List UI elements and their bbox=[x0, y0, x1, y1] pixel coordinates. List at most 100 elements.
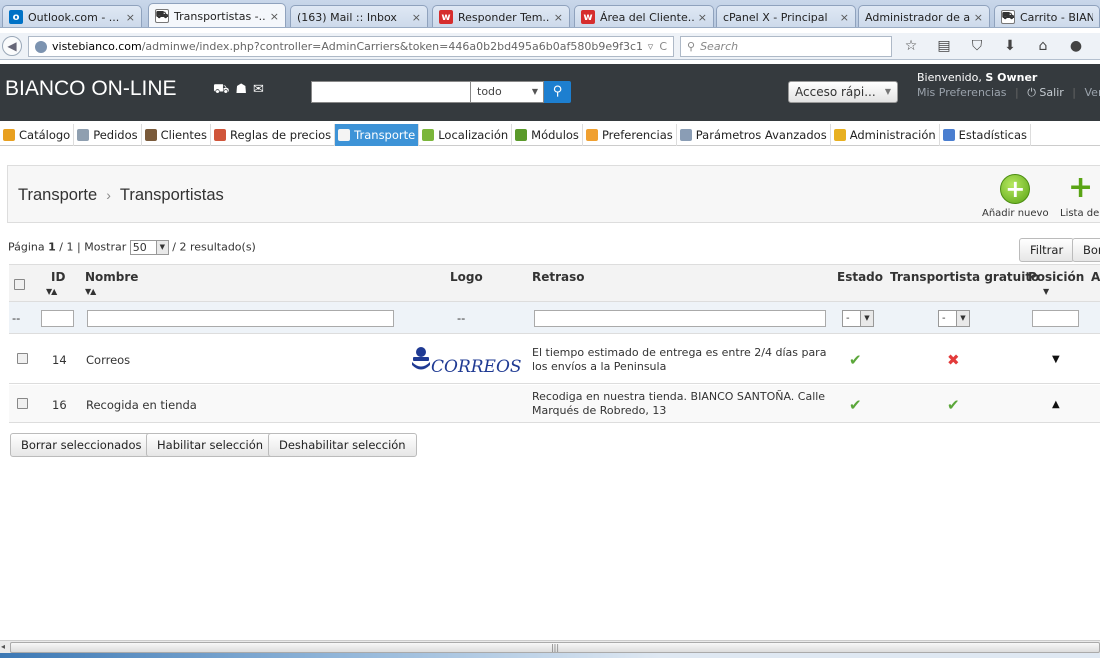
filter-button[interactable]: Filtrar bbox=[1019, 238, 1075, 262]
row-checkbox[interactable] bbox=[17, 398, 28, 409]
browser-tab-outlook[interactable]: o Outlook.com - ... × bbox=[2, 5, 142, 27]
browser-tab-area-cliente[interactable]: w Área del Cliente... × bbox=[574, 5, 714, 27]
menu-item-modulos[interactable]: Módulos bbox=[512, 124, 583, 146]
admin-header: BIANCO ON-LINE ⛟☗✉ todo ▼ ⚲ Acceso rápi.… bbox=[0, 64, 1100, 121]
search-button[interactable]: ⚲ bbox=[544, 81, 571, 103]
browser-tab-label: Área del Cliente... bbox=[600, 10, 694, 24]
filter-free-select[interactable]: - ▼ bbox=[938, 310, 970, 327]
url-path: /adminwe/index.php?controller=AdminCarri… bbox=[141, 40, 642, 53]
divider: | bbox=[1072, 86, 1076, 99]
browser-tab-cpanel[interactable]: cPanel X - Principal × bbox=[716, 5, 856, 27]
menu-item-catalogo[interactable]: Catálogo bbox=[0, 124, 75, 146]
menu-item-administracion[interactable]: Administración bbox=[831, 124, 940, 146]
users-icon[interactable]: ☗ bbox=[235, 82, 253, 97]
back-icon[interactable]: ◀ bbox=[2, 36, 22, 56]
scrollbar-thumb[interactable]: ||| bbox=[10, 642, 1100, 653]
sort-icon[interactable]: ▼ bbox=[1043, 287, 1049, 296]
menu-item-parametros-avanzados[interactable]: Parámetros Avanzados bbox=[677, 124, 831, 146]
column-header-position[interactable]: Posición bbox=[1028, 270, 1084, 284]
check-icon[interactable]: ✔ bbox=[849, 396, 862, 414]
menu-item-localizacion[interactable]: Localización bbox=[419, 124, 513, 146]
check-icon[interactable]: ✔ bbox=[947, 396, 960, 414]
browser-tab-carrito[interactable]: ⛟ Carrito - BIANC bbox=[994, 5, 1100, 27]
browser-tab-responder[interactable]: w Responder Tem... × bbox=[432, 5, 570, 27]
sort-icon[interactable]: ▼▲ bbox=[85, 287, 96, 296]
reset-button[interactable]: Bor bbox=[1072, 238, 1100, 262]
browser-tab-label: Outlook.com - ... bbox=[28, 10, 120, 24]
filter-id-input[interactable] bbox=[41, 310, 74, 327]
filter-delay-input[interactable] bbox=[534, 310, 826, 327]
sort-icon[interactable]: ▼▲ bbox=[46, 287, 57, 296]
list-button[interactable]: + Lista de bbox=[1060, 170, 1099, 220]
brand-title[interactable]: BIANCO ON-LINE bbox=[5, 77, 177, 101]
results-count: / 2 resultado(s) bbox=[172, 240, 256, 254]
delete-selected-button[interactable]: Borrar seleccionados bbox=[10, 433, 153, 457]
close-icon[interactable]: × bbox=[974, 11, 983, 24]
close-icon[interactable]: × bbox=[270, 10, 279, 23]
clipboard-icon[interactable]: ▤ bbox=[933, 36, 955, 57]
close-icon[interactable]: × bbox=[412, 11, 421, 24]
pocket-icon[interactable]: ⛉ bbox=[966, 36, 988, 57]
filter-position-input[interactable] bbox=[1032, 310, 1079, 327]
menu-item-label: Transporte bbox=[354, 128, 416, 142]
menu-item-preferencias[interactable]: Preferencias bbox=[583, 124, 677, 146]
reload-icon[interactable]: C bbox=[659, 40, 667, 53]
page-total: 1 bbox=[66, 240, 74, 254]
move-up-icon[interactable]: ▲ bbox=[1052, 399, 1060, 410]
filter-name-input[interactable] bbox=[87, 310, 394, 327]
add-icon: + bbox=[1068, 170, 1094, 205]
browser-tab-mail[interactable]: (163) Mail :: Inbox × bbox=[290, 5, 428, 27]
logout-link[interactable]: ⏻ Salir bbox=[1027, 86, 1064, 99]
menu-item-clientes[interactable]: Clientes bbox=[142, 124, 211, 146]
browser-tab-transportistas[interactable]: ⛟ Transportistas -... × bbox=[148, 3, 286, 27]
star-icon[interactable]: ☆ bbox=[900, 36, 922, 57]
address-bar[interactable]: vistebianco.com /adminwe/index.php?contr… bbox=[28, 36, 674, 57]
enable-selection-button[interactable]: Habilitar selección bbox=[146, 433, 275, 457]
table-row[interactable]: 16 Recogida en tienda Recodiga en nuestr… bbox=[9, 385, 1100, 423]
menu-item-pedidos[interactable]: Pedidos bbox=[74, 124, 142, 146]
breadcrumb-parent[interactable]: Transporte bbox=[18, 186, 97, 204]
messages-icon[interactable]: ✉ bbox=[253, 82, 270, 97]
add-new-button[interactable]: + Añadir nuevo bbox=[982, 174, 1049, 219]
quick-access-select[interactable]: Acceso rápi... ▼ bbox=[788, 81, 898, 103]
check-icon[interactable]: ✔ bbox=[849, 351, 862, 369]
download-icon[interactable]: ⬇ bbox=[999, 36, 1021, 57]
cart-icon[interactable]: ⛟ bbox=[213, 82, 235, 97]
close-icon[interactable]: × bbox=[126, 11, 135, 24]
column-header-id[interactable]: ID bbox=[51, 270, 65, 284]
search-scope-select[interactable]: todo ▼ bbox=[471, 81, 544, 103]
menu-item-transporte[interactable]: Transporte bbox=[335, 124, 420, 146]
home-icon[interactable]: ⌂ bbox=[1032, 36, 1054, 57]
close-icon[interactable]: × bbox=[840, 11, 849, 24]
filter-status-select[interactable]: - ▼ bbox=[842, 310, 874, 327]
browser-tab-administrador[interactable]: Administrador de ar... × bbox=[858, 5, 990, 27]
close-icon[interactable]: × bbox=[554, 11, 563, 24]
select-all-checkbox[interactable] bbox=[14, 279, 25, 290]
per-page-select[interactable]: 50 ▼ bbox=[129, 240, 169, 255]
row-checkbox[interactable] bbox=[17, 353, 28, 364]
disable-selection-button[interactable]: Deshabilitar selección bbox=[268, 433, 417, 457]
move-down-icon[interactable]: ▼ bbox=[1052, 354, 1060, 365]
menu-item-label: Reglas de precios bbox=[230, 128, 332, 142]
main-menu: Catálogo Pedidos Clientes Reglas de prec… bbox=[0, 124, 1100, 146]
search-placeholder: Search bbox=[700, 40, 739, 53]
dropdown-arrow-icon[interactable]: ▿ bbox=[648, 40, 654, 53]
browser-search-input[interactable]: ⚲ Search bbox=[680, 36, 892, 57]
column-header-name[interactable]: Nombre bbox=[85, 270, 138, 284]
menu-item-estadisticas[interactable]: Estadísticas bbox=[940, 124, 1032, 146]
view-shop-link[interactable]: Ver bbox=[1085, 86, 1100, 99]
menu-item-reglas-precios[interactable]: Reglas de precios bbox=[211, 124, 336, 146]
chat-icon[interactable]: ● bbox=[1065, 36, 1087, 57]
admin-search-input[interactable] bbox=[311, 81, 471, 103]
cross-icon[interactable]: ✖ bbox=[947, 351, 960, 369]
filter-placeholder: -- bbox=[12, 311, 21, 325]
table-row[interactable]: 14 Correos CORREOS El tiempo estimado de… bbox=[9, 335, 1100, 384]
preferences-link[interactable]: Mis Preferencias bbox=[917, 86, 1007, 99]
cell-id: 16 bbox=[52, 398, 67, 412]
scroll-left-icon[interactable]: ◂ bbox=[1, 642, 5, 651]
page-label: Página bbox=[8, 240, 45, 254]
browser-tab-label: Carrito - BIANC bbox=[1020, 10, 1093, 24]
menu-item-label: Clientes bbox=[160, 128, 207, 142]
close-icon[interactable]: × bbox=[698, 11, 707, 24]
horizontal-scrollbar[interactable]: ◂ ||| bbox=[0, 640, 1100, 653]
